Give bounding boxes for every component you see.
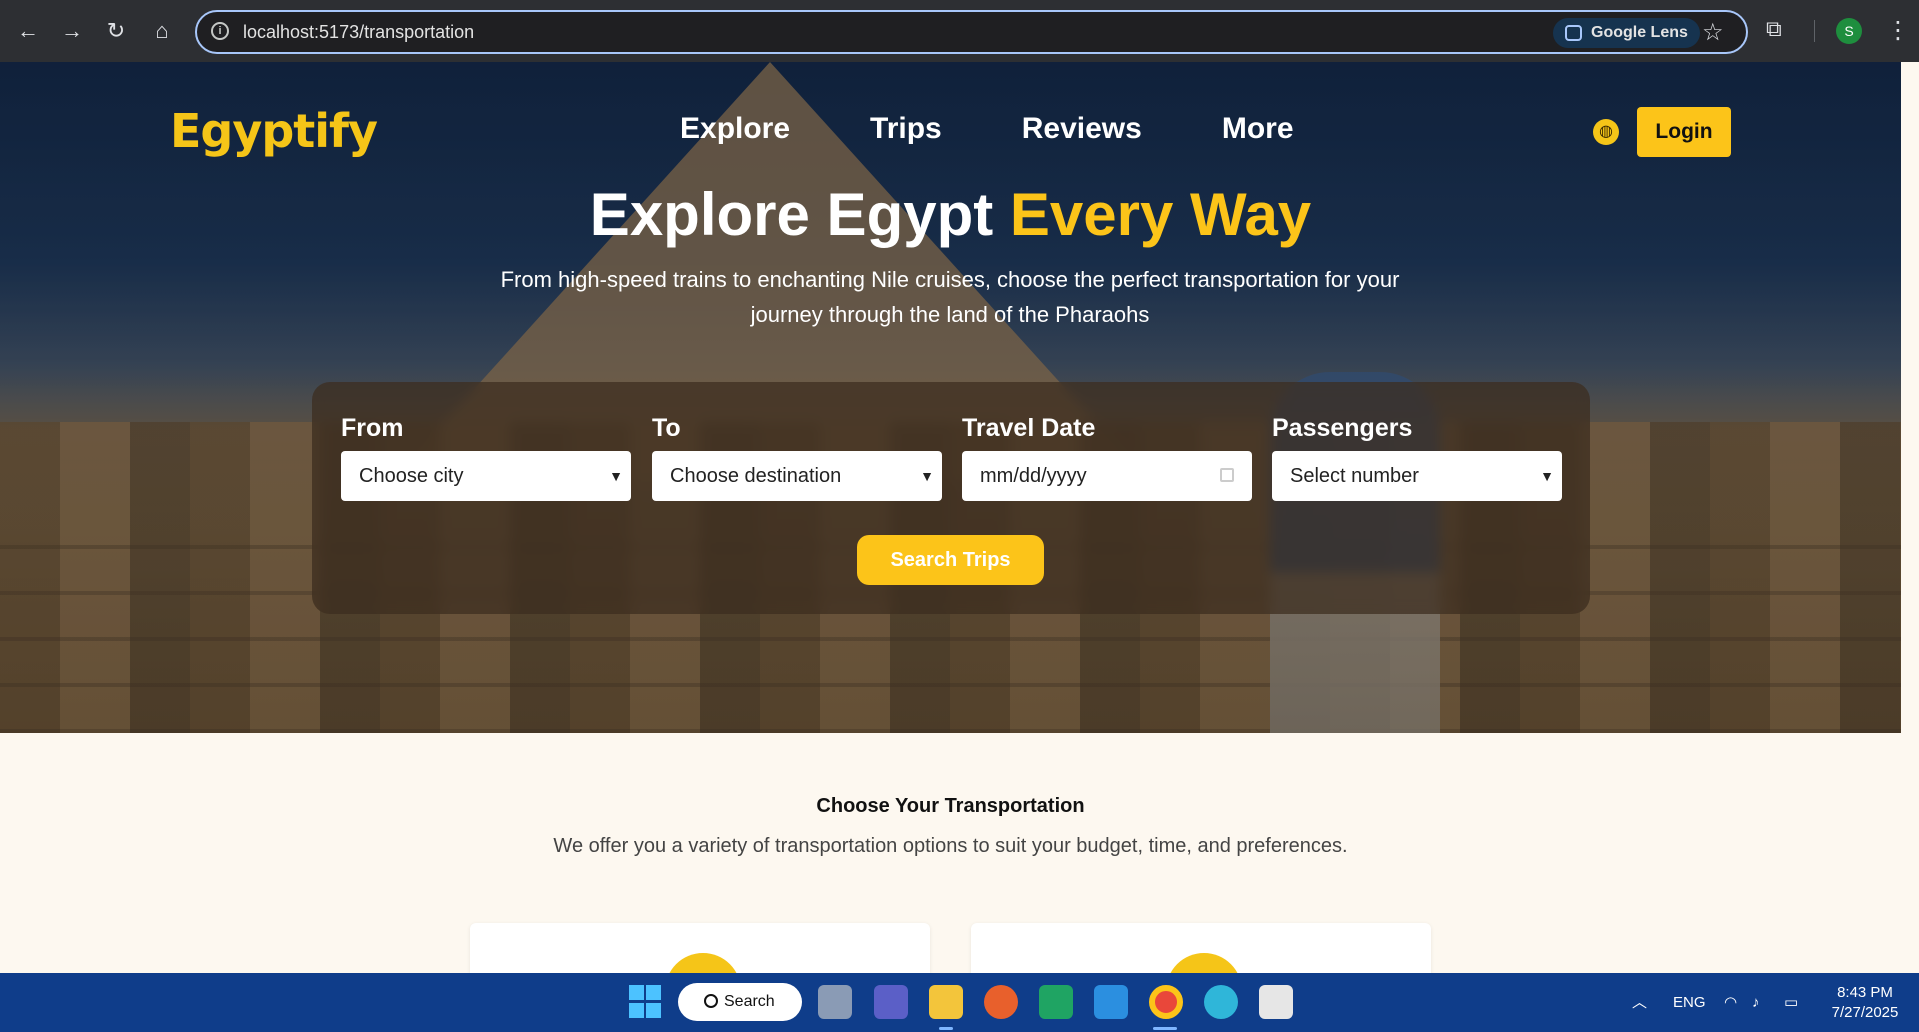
search-trips-button[interactable]: Search Trips: [857, 535, 1044, 585]
lens-icon: [1565, 25, 1582, 41]
site-logo[interactable]: Egyptify: [170, 104, 378, 158]
taskbar-search[interactable]: Search: [678, 983, 802, 1021]
from-select-value: Choose city: [359, 465, 464, 487]
browser-toolbar: ← → ↻ ⌂ i localhost:5173/transportation …: [0, 0, 1919, 62]
explorer-running-indicator: [939, 1027, 953, 1030]
hero-section: Egyptify Explore Trips Reviews More ◍ Lo…: [0, 62, 1901, 733]
wifi-icon[interactable]: ◠: [1724, 973, 1737, 1032]
site-info-icon[interactable]: i: [211, 22, 229, 40]
file-explorer-icon[interactable]: [929, 985, 963, 1019]
hero-title: Explore Egypt Every Way: [0, 180, 1901, 249]
page-scrollbar[interactable]: [1901, 62, 1919, 973]
date-placeholder: mm/dd/yyyy: [980, 465, 1087, 487]
date-label: Travel Date: [962, 414, 1096, 442]
passengers-select-value: Select number: [1290, 465, 1419, 487]
forward-icon[interactable]: →: [58, 14, 86, 48]
clock-date: 7/27/2025: [1831, 1004, 1899, 1021]
taskbar-search-label: Search: [724, 993, 775, 1010]
extensions-icon[interactable]: ⧉: [1766, 16, 1790, 44]
snipping-tool-icon[interactable]: [1259, 985, 1293, 1019]
transport-section-subtitle: We offer you a variety of transportation…: [553, 835, 1348, 857]
hero-title-main: Explore Egypt: [589, 181, 994, 248]
meet-icon[interactable]: [1039, 985, 1073, 1019]
hero-subtitle: From high-speed trains to enchanting Nil…: [500, 267, 1400, 327]
vscode-icon[interactable]: [1094, 985, 1128, 1019]
travel-date-input[interactable]: mm/dd/yyyy: [962, 451, 1252, 501]
profile-avatar[interactable]: S: [1836, 18, 1862, 44]
system-clock[interactable]: 8:43 PM 7/27/2025: [1820, 983, 1910, 1023]
from-field: From Choose city ▼: [341, 414, 631, 501]
reload-icon[interactable]: ↻: [102, 14, 130, 48]
google-lens-button[interactable]: Google Lens: [1553, 18, 1700, 48]
task-view-icon[interactable]: [818, 985, 852, 1019]
nav-more[interactable]: More: [1222, 112, 1294, 146]
windows-taskbar: Search ︿ ENG ◠ ♪ ▭ 8:43 PM 7/27/2025: [0, 973, 1919, 1032]
chrome-icon[interactable]: [1149, 985, 1183, 1019]
trip-search-panel: From Choose city ▼ To Choose destination…: [312, 382, 1590, 614]
from-select[interactable]: Choose city ▼: [341, 451, 631, 501]
nav-trips[interactable]: Trips: [870, 112, 942, 146]
passengers-field: Passengers Select number ▼: [1272, 414, 1562, 501]
address-bar[interactable]: i localhost:5173/transportation Google L…: [195, 10, 1748, 54]
nav-explore[interactable]: Explore: [680, 112, 790, 146]
to-select[interactable]: Choose destination ▼: [652, 451, 942, 501]
windows-start-icon[interactable]: [629, 985, 663, 1019]
back-icon[interactable]: ←: [14, 14, 42, 48]
teams-icon[interactable]: [874, 985, 908, 1019]
home-icon[interactable]: ⌂: [148, 14, 176, 48]
bookmark-star-icon[interactable]: ☆: [1702, 18, 1724, 48]
chrome-active-indicator: [1153, 1027, 1177, 1030]
chevron-down-icon: ▼: [609, 468, 623, 484]
to-field: To Choose destination ▼: [652, 414, 942, 501]
calendar-icon[interactable]: [1220, 468, 1234, 482]
clock-time: 8:43 PM: [1837, 984, 1893, 1001]
toolbar-divider: [1814, 20, 1815, 42]
search-icon: [704, 994, 718, 1008]
chevron-down-icon: ▼: [1540, 468, 1554, 484]
transport-section-title: Choose Your Transportation: [816, 795, 1085, 817]
chevron-down-icon: ▼: [920, 468, 934, 484]
language-globe-icon[interactable]: ◍: [1593, 119, 1619, 145]
language-indicator[interactable]: ENG: [1673, 973, 1706, 1032]
edge-icon[interactable]: [1204, 985, 1238, 1019]
to-label: To: [652, 414, 681, 442]
tray-chevron-up-icon[interactable]: ︿: [1632, 973, 1647, 1032]
passengers-select[interactable]: Select number ▼: [1272, 451, 1562, 501]
nav-reviews[interactable]: Reviews: [1022, 112, 1142, 146]
hero-title-accent: Every Way: [1009, 181, 1312, 248]
firefox-icon[interactable]: [984, 985, 1018, 1019]
to-select-value: Choose destination: [670, 465, 842, 487]
date-field: Travel Date mm/dd/yyyy: [962, 414, 1252, 501]
login-button[interactable]: Login: [1637, 107, 1731, 157]
browser-menu-icon[interactable]: ⋮: [1886, 14, 1910, 48]
battery-icon[interactable]: ▭: [1784, 973, 1798, 1032]
from-label: From: [341, 414, 404, 442]
url-text[interactable]: localhost:5173/transportation: [243, 22, 474, 43]
google-lens-label: Google Lens: [1591, 24, 1688, 41]
main-nav: Explore Trips Reviews More: [680, 112, 1294, 146]
volume-icon[interactable]: ♪: [1752, 973, 1760, 1032]
passengers-label: Passengers: [1272, 414, 1413, 442]
